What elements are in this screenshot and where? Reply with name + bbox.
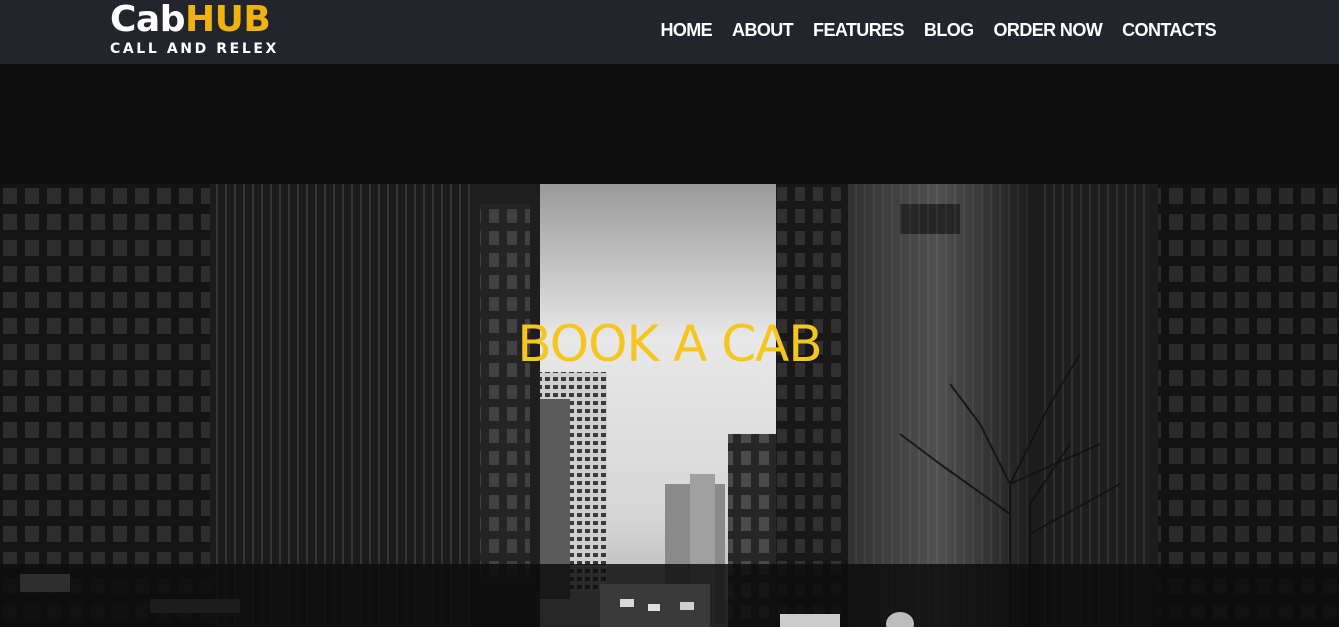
brand-tagline: CALL AND RELEX [110, 41, 279, 57]
nav-blog[interactable]: BLOG [924, 19, 974, 41]
brand-logo[interactable]: CabHUB CALL AND RELEX [110, 0, 279, 57]
dark-band [0, 64, 1339, 184]
nav-home[interactable]: HOME [660, 19, 712, 41]
nav-about[interactable]: ABOUT [732, 19, 794, 41]
navbar: CabHUB CALL AND RELEX HOME ABOUT FEATURE… [0, 0, 1339, 64]
nav-contacts[interactable]: CONTACTS [1122, 19, 1216, 41]
brand-name: CabHUB [110, 0, 279, 40]
brand-name-part1: Cab [110, 0, 185, 40]
hero-section: BOOK A CAB [0, 184, 1339, 627]
hero-city-image [0, 184, 1339, 627]
nav-order-now[interactable]: ORDER NOW [994, 19, 1103, 41]
main-nav: HOME ABOUT FEATURES BLOG ORDER NOW CONTA… [640, 19, 1216, 41]
nav-features[interactable]: FEATURES [813, 19, 904, 41]
hero-title: BOOK A CAB [517, 314, 822, 373]
brand-name-part2: HUB [184, 0, 271, 40]
